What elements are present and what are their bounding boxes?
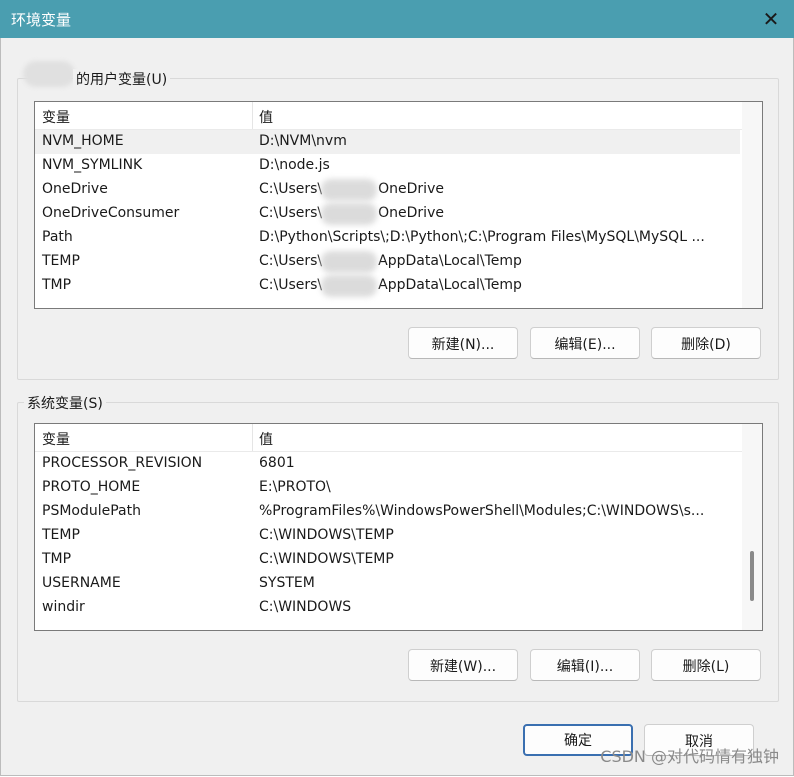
- table-row[interactable]: NVM_HOME D:\NVM\nvm: [35, 130, 740, 154]
- table-row[interactable]: PROTO_HOME E:\PROTO\: [35, 476, 740, 500]
- table-row[interactable]: OneDrive C:\Users\ OneDrive: [35, 178, 740, 202]
- redacted-username: [321, 203, 377, 225]
- variable-value: D:\NVM\nvm: [259, 133, 347, 149]
- window-title: 环境变量: [11, 11, 72, 29]
- user-delete-button[interactable]: 删除(D): [651, 327, 761, 359]
- column-divider[interactable]: [252, 424, 253, 451]
- variable-name: TEMP: [42, 527, 80, 543]
- redacted-username: [23, 61, 75, 87]
- variable-value: D:\node.js: [259, 157, 330, 173]
- user-variables-list[interactable]: 变量 值 NVM_HOME D:\NVM\nvm NVM_SYMLINK D:\nod…: [34, 101, 763, 309]
- variable-value: D:\Python\Scripts\;D:\Python\;C:\Program…: [259, 229, 705, 245]
- variable-value: C:\WINDOWS: [259, 599, 352, 615]
- table-row[interactable]: TMP C:\WINDOWS\TEMP: [35, 548, 740, 572]
- scroll-thumb[interactable]: [750, 551, 754, 601]
- variable-name: NVM_HOME: [42, 133, 124, 149]
- variable-value: 6801: [259, 455, 295, 471]
- value-text: D:\node.js: [259, 157, 330, 173]
- system-variables-list[interactable]: 变量 值 PROCESSOR_REVISION 6801 PROTO_HOME E:\…: [34, 423, 763, 631]
- variable-name: NVM_SYMLINK: [42, 157, 143, 173]
- dialog-body: 的用户变量(U) 变量 值 NVM_HOME D:\NVM\nvm NVM_SYML…: [0, 38, 794, 776]
- variable-value: C:\Users\ AppData\Local\Temp: [259, 253, 522, 269]
- list-header: 变量 值: [35, 102, 762, 130]
- column-divider[interactable]: [252, 102, 253, 129]
- table-row[interactable]: USERNAME SYSTEM: [35, 572, 740, 596]
- variable-name: TEMP: [42, 253, 80, 269]
- variable-name: OneDrive: [42, 181, 108, 197]
- user-variables-label: 的用户变量(U): [73, 69, 171, 89]
- header-value[interactable]: 值: [259, 107, 273, 127]
- system-variables-label: 系统变量(S): [24, 393, 106, 413]
- close-icon: ✕: [762, 7, 780, 31]
- variable-value: E:\PROTO\: [259, 479, 331, 495]
- user-new-button[interactable]: 新建(N)...: [408, 327, 518, 359]
- redacted-username: [321, 275, 377, 297]
- value-text: AppData\Local\Temp: [378, 253, 522, 269]
- variable-name: USERNAME: [42, 575, 121, 591]
- header-value[interactable]: 值: [259, 429, 273, 449]
- value-text: C:\Users\: [259, 253, 323, 269]
- system-delete-button[interactable]: 删除(L): [651, 649, 761, 681]
- variable-value: C:\Users\ AppData\Local\Temp: [259, 277, 522, 293]
- value-text: D:\Python\Scripts\;D:\Python\;C:\Program…: [259, 229, 705, 245]
- variable-value: C:\WINDOWS\TEMP: [259, 551, 394, 567]
- variable-value: C:\WINDOWS\TEMP: [259, 527, 394, 543]
- table-row[interactable]: windir C:\WINDOWS: [35, 596, 740, 620]
- table-row[interactable]: PROCESSOR_REVISION 6801: [35, 452, 740, 476]
- value-text: D:\NVM\nvm: [259, 133, 347, 149]
- variable-name: Path: [42, 229, 73, 245]
- table-row[interactable]: TEMP C:\Users\ AppData\Local\Temp: [35, 250, 740, 274]
- variable-name: windir: [42, 599, 85, 615]
- variable-name: TMP: [42, 551, 72, 567]
- system-list-scrollbar[interactable]: [742, 424, 762, 630]
- user-list-scrollbar[interactable]: [742, 102, 762, 308]
- value-text: AppData\Local\Temp: [378, 277, 522, 293]
- variable-name: PROTO_HOME: [42, 479, 141, 495]
- system-new-button[interactable]: 新建(W)...: [408, 649, 518, 681]
- header-variable[interactable]: 变量: [42, 429, 70, 449]
- redacted-username: [321, 251, 377, 273]
- value-text: C:\Users\: [259, 205, 323, 221]
- value-text: C:\Users\: [259, 181, 323, 197]
- variable-name: PSModulePath: [42, 503, 141, 519]
- variable-value: SYSTEM: [259, 575, 315, 591]
- table-row[interactable]: OneDriveConsumer C:\Users\ OneDrive: [35, 202, 740, 226]
- table-row[interactable]: TEMP C:\WINDOWS\TEMP: [35, 524, 740, 548]
- table-row[interactable]: NVM_SYMLINK D:\node.js: [35, 154, 740, 178]
- table-row[interactable]: PSModulePath %ProgramFiles%\WindowsPowerS…: [35, 500, 740, 524]
- value-text: OneDrive: [378, 205, 444, 221]
- table-row[interactable]: Path D:\Python\Scripts\;D:\Python\;C:\Pro…: [35, 226, 740, 250]
- title-bar: 环境变量 ✕: [0, 0, 794, 38]
- list-header: 变量 值: [35, 424, 762, 452]
- header-variable[interactable]: 变量: [42, 107, 70, 127]
- variable-name: TMP: [42, 277, 72, 293]
- variable-value: %ProgramFiles%\WindowsPowerShell\Modules…: [259, 503, 705, 519]
- watermark: CSDN @对代码情有独钟: [600, 747, 779, 766]
- system-edit-button[interactable]: 编辑(I)...: [530, 649, 640, 681]
- close-button[interactable]: ✕: [748, 0, 794, 38]
- value-text: OneDrive: [378, 181, 444, 197]
- redacted-username: [321, 179, 377, 201]
- variable-name: PROCESSOR_REVISION: [42, 455, 203, 471]
- value-text: C:\Users\: [259, 277, 323, 293]
- user-edit-button[interactable]: 编辑(E)...: [530, 327, 640, 359]
- variable-name: OneDriveConsumer: [42, 205, 180, 221]
- table-row[interactable]: TMP C:\Users\ AppData\Local\Temp: [35, 274, 740, 298]
